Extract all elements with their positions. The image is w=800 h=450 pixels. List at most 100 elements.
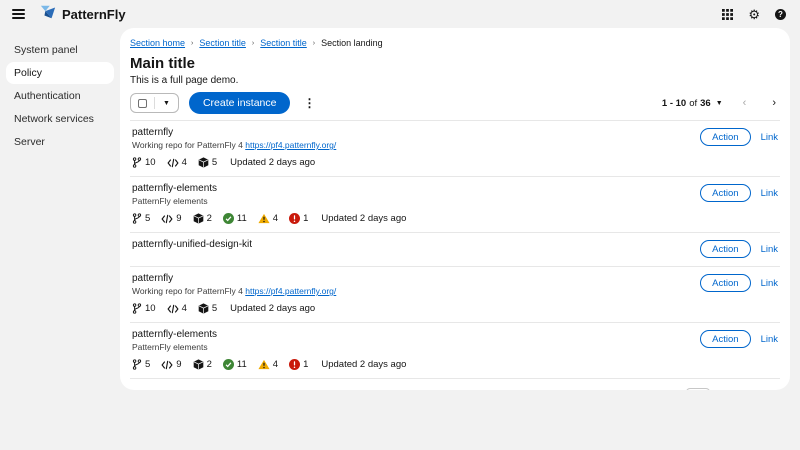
stat: 11 [223, 213, 247, 224]
repo-stats: 5 9 2 11 4 1 Updated 2 days ago [132, 213, 700, 224]
updated-text: Updated 2 days ago [321, 213, 406, 224]
gear-icon[interactable]: ⚙ [748, 8, 760, 21]
repo-stats: 10 4 5 Updated 2 days ago [132, 303, 700, 314]
link-button[interactable]: Link [761, 334, 778, 345]
stat-value: 11 [237, 213, 247, 224]
code-branch-icon [132, 359, 142, 370]
breadcrumb-link[interactable]: Section title [260, 38, 307, 48]
bulk-select-toggle[interactable]: ▼ [155, 94, 178, 112]
stat-value: 2 [207, 213, 212, 224]
updated-text: Updated 2 days ago [230, 157, 315, 168]
sidebar-item-system-panel[interactable]: System panel [6, 39, 114, 61]
stat: 10 [132, 303, 156, 314]
sidebar-item-authentication[interactable]: Authentication [6, 85, 114, 107]
stat: 2 [193, 359, 212, 370]
page-title: Main title [130, 55, 780, 72]
action-button[interactable]: Action [700, 240, 750, 258]
patternfly-logo-icon [39, 4, 57, 25]
sidebar-item-policy[interactable]: Policy [6, 62, 114, 84]
repo-name: patternfly [132, 127, 700, 138]
patternfly-logo[interactable]: PatternFly [39, 4, 126, 25]
code-icon [167, 158, 179, 168]
stat-value: 5 [145, 213, 150, 224]
code-branch-icon [132, 213, 142, 224]
stat-value: 9 [176, 213, 181, 224]
repo-link[interactable]: https://pf4.patternfly.org/ [245, 140, 336, 150]
stat: 11 [223, 359, 247, 370]
repo-description: PatternFly elements [132, 342, 700, 352]
breadcrumb-separator-icon: › [313, 40, 315, 47]
stat-value: 9 [176, 359, 181, 370]
bulk-select-checkbox[interactable] [131, 94, 154, 112]
link-button[interactable]: Link [761, 132, 778, 143]
code-icon [161, 360, 173, 370]
caret-down-icon: ▼ [716, 100, 723, 107]
stat: 5 [132, 359, 150, 370]
stat-value: 4 [182, 303, 187, 314]
repo-description: Working repo for PatternFly 4 https://pf… [132, 140, 700, 150]
list-item: patternfly-elements PatternFly elements … [130, 322, 780, 378]
warning-triangle-icon [258, 213, 270, 224]
repo-name: patternfly [132, 273, 700, 284]
help-icon[interactable]: ? [775, 9, 786, 20]
stat: 4 [258, 213, 278, 224]
check-circle-icon [223, 213, 234, 224]
link-button[interactable]: Link [761, 188, 778, 199]
create-instance-button[interactable]: Create instance [189, 92, 291, 114]
repo-name: patternfly-elements [132, 183, 700, 194]
bulk-select-split-button: ▼ [130, 93, 179, 113]
main-content: Section home › Section title › Section title… [120, 28, 790, 390]
repo-description: Working repo for PatternFly 4 https://pf… [132, 286, 700, 296]
stat: 10 [132, 157, 156, 168]
pagination-next-button[interactable]: › [772, 98, 776, 109]
exclamation-circle-icon [289, 359, 300, 370]
cube-icon [198, 303, 209, 314]
repo-link[interactable]: https://pf4.patternfly.org/ [245, 286, 336, 296]
updated-text: Updated 2 days ago [230, 303, 315, 314]
breadcrumb-link[interactable]: Section home [130, 38, 185, 48]
breadcrumb: Section home › Section title › Section title… [130, 38, 780, 48]
stat-value: 11 [237, 359, 247, 370]
breadcrumb-link[interactable]: Section title [199, 38, 246, 48]
list-item: patternfly-elements PatternFly elements … [130, 176, 780, 232]
pagination-bottom: 1 - 10 of 36 ▼ « ‹ of 4 › » [130, 378, 780, 390]
stat: 4 [258, 359, 278, 370]
action-button[interactable]: Action [700, 184, 750, 202]
sidebar-item-network-services[interactable]: Network services [6, 108, 114, 130]
breadcrumb-separator-icon: › [191, 40, 193, 47]
link-button[interactable]: Link [761, 244, 778, 255]
data-list: patternfly Working repo for PatternFly 4… [130, 120, 780, 378]
pagination-top-menu[interactable]: 1 - 10 of 36 ▼ [662, 98, 723, 109]
repo-stats: 1045Updated 2 days ago [132, 157, 700, 168]
stat-value: 4 [273, 359, 278, 370]
stat: 9 [161, 359, 181, 370]
kebab-menu-button[interactable]: ⋮ [303, 96, 315, 110]
stat: 2 [193, 213, 212, 224]
action-button[interactable]: Action [700, 128, 750, 146]
breadcrumb-separator-icon: › [252, 40, 254, 47]
list-item: patternfly-unified-design-kit Action Lin… [130, 232, 780, 266]
stat-value: 4 [273, 213, 278, 224]
link-button[interactable]: Link [761, 278, 778, 289]
repo-stats: 5921141Updated 2 days ago [132, 359, 700, 370]
code-branch-icon [132, 303, 142, 314]
masthead: PatternFly ⚙ ? [0, 0, 800, 28]
repo-name: patternfly-unified-design-kit [132, 239, 700, 250]
stat-value: 10 [145, 157, 156, 168]
action-button[interactable]: Action [700, 330, 750, 348]
cube-icon [193, 213, 204, 224]
stat-value: 1 [303, 213, 308, 224]
sidebar-item-server[interactable]: Server [6, 131, 114, 153]
grid-icon[interactable] [722, 9, 733, 20]
pagination-prev-button[interactable]: ‹ [743, 98, 747, 109]
action-button[interactable]: Action [700, 274, 750, 292]
breadcrumb-current: Section landing [321, 38, 383, 48]
toolbar: ▼ Create instance ⋮ 1 - 10 of 36 ▼ ‹ › [130, 92, 780, 114]
page-number-input[interactable] [686, 388, 710, 390]
menu-toggle-button[interactable] [12, 9, 25, 19]
stat: 4 [167, 303, 187, 314]
stat-value: 5 [212, 303, 217, 314]
code-icon [167, 304, 179, 314]
code-branch-icon [132, 157, 142, 168]
stat-value: 4 [182, 157, 187, 168]
